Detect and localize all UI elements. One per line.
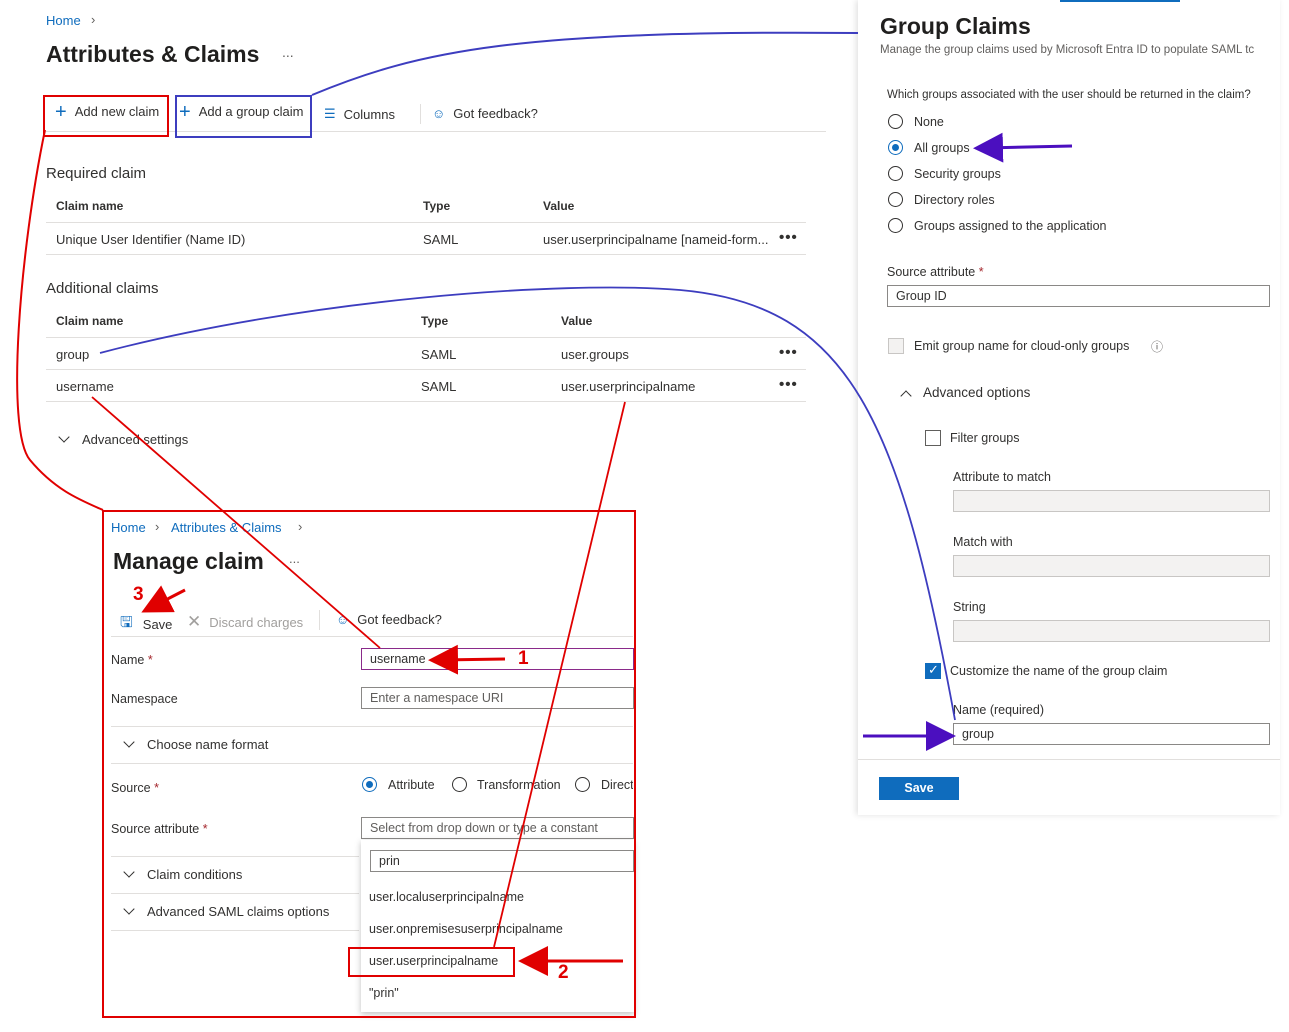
arrow-3 [141, 585, 186, 613]
connector-line [16, 129, 104, 511]
arrow-all-groups [973, 132, 1073, 163]
arrow-1 [428, 644, 506, 675]
connector-line [493, 401, 626, 948]
annotation-overlay [16, 31, 1073, 976]
connector-line [99, 286, 956, 721]
connector-line [311, 31, 859, 96]
connector-line [91, 396, 381, 649]
